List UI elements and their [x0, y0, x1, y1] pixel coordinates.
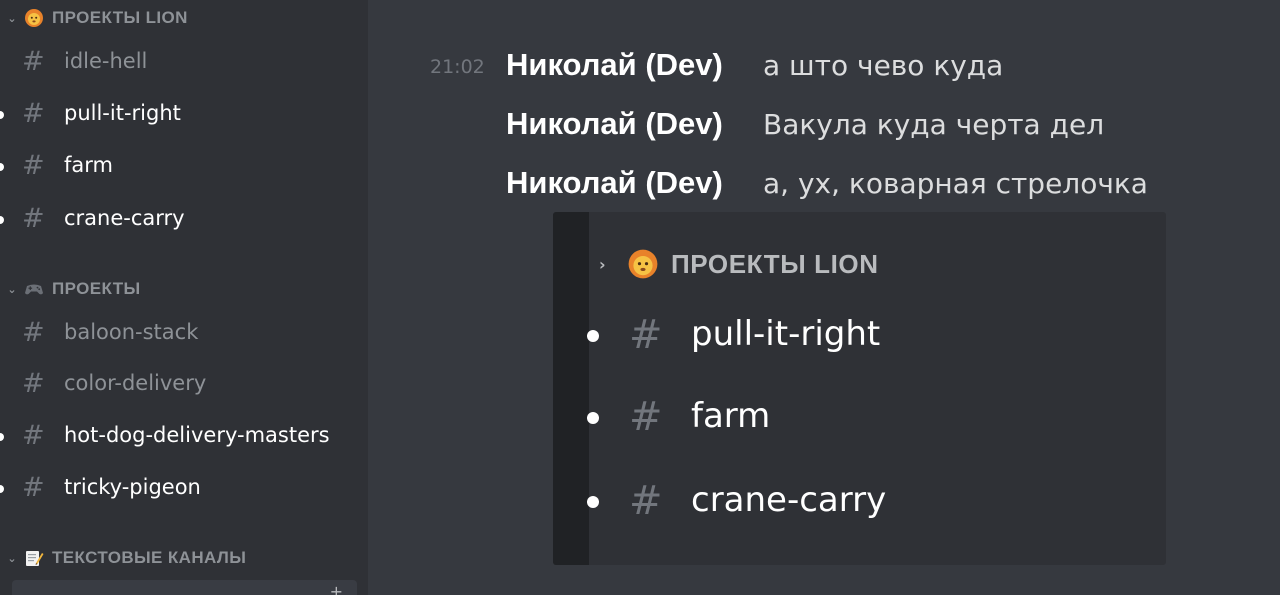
attachment-channel-crane-carry: # crane-carry: [553, 472, 1166, 532]
hash-icon: #: [22, 420, 45, 451]
unread-indicator: [0, 111, 4, 119]
channel-color-delivery[interactable]: # color-delivery: [0, 363, 368, 407]
channel-label: farm: [691, 396, 771, 436]
channel-label: color-delivery: [64, 371, 207, 395]
channel-farm[interactable]: # farm: [0, 145, 368, 189]
unread-indicator: [0, 163, 4, 171]
memo-icon: [24, 548, 48, 568]
unread-indicator: [0, 216, 4, 224]
discord-window: ⌄ ПРОЕКТЫ LION # idle-hell # pull-it-rig…: [0, 0, 1280, 595]
hash-icon: #: [22, 368, 45, 399]
channel-tricky-pigeon[interactable]: # tricky-pigeon: [0, 467, 368, 511]
chevron-down-icon: ⌄: [7, 551, 17, 565]
hash-icon: #: [22, 150, 45, 181]
category-label: ТЕКСТОВЫЕ КАНАЛЫ: [52, 548, 247, 567]
chevron-down-icon: ⌄: [7, 282, 17, 296]
channel-label: baloon-stack: [64, 320, 199, 344]
attachment-category-header: › ПРОЕКТЫ LION: [599, 248, 879, 280]
channel-label: crane-carry: [64, 206, 185, 230]
channel-baloon-stack[interactable]: # baloon-stack: [0, 312, 368, 356]
category-label: ПРОЕКТЫ LION: [671, 248, 879, 279]
category-label: ПРОЕКТЫ: [52, 279, 141, 298]
channel-label: farm: [64, 153, 113, 177]
hash-icon: #: [22, 46, 45, 77]
channel-label: idle-hell: [64, 49, 148, 73]
unread-indicator: [587, 496, 599, 508]
hash-icon: #: [22, 98, 45, 129]
message-text: а, ух, коварная стрелочка: [763, 167, 1148, 200]
message-text: Вакула куда черта дел: [763, 108, 1105, 141]
chevron-right-icon: ›: [599, 254, 606, 274]
plus-icon[interactable]: +: [330, 582, 343, 595]
message-text: а што чево куда: [763, 49, 1004, 82]
gamepad-icon: [24, 279, 48, 299]
channel-pull-it-right[interactable]: # pull-it-right: [0, 93, 368, 137]
unread-indicator: [0, 433, 4, 441]
channel-hot-dog-delivery-masters[interactable]: # hot-dog-delivery-masters: [0, 415, 368, 459]
category-label: ПРОЕКТЫ LION: [52, 8, 188, 27]
hash-icon: #: [22, 203, 45, 234]
hash-icon: #: [629, 394, 663, 440]
lion-icon: [24, 8, 48, 28]
hash-icon: #: [22, 317, 45, 348]
chevron-down-icon: ⌄: [7, 11, 17, 25]
unread-indicator: [587, 330, 599, 342]
hash-icon: #: [22, 472, 45, 503]
channel-label: tricky-pigeon: [64, 475, 201, 499]
message-timestamp: 21:02: [430, 56, 485, 78]
message-author[interactable]: Николай (Dev): [506, 106, 723, 142]
selected-channel-item[interactable]: +: [12, 580, 357, 595]
channel-sidebar: ⌄ ПРОЕКТЫ LION # idle-hell # pull-it-rig…: [0, 0, 368, 595]
channel-idle-hell[interactable]: # idle-hell: [0, 41, 368, 85]
category-tekstovye-kanaly[interactable]: ⌄ ТЕКСТОВЫЕ КАНАЛЫ: [0, 546, 246, 570]
attachment-channel-pull-it-right: # pull-it-right: [553, 306, 1166, 366]
unread-indicator: [587, 412, 599, 424]
attachment-channel-farm: # farm: [553, 388, 1166, 448]
channel-label: pull-it-right: [691, 314, 881, 354]
channel-label: crane-carry: [691, 480, 887, 520]
channel-label: hot-dog-delivery-masters: [64, 423, 330, 447]
channel-crane-carry[interactable]: # crane-carry: [0, 198, 368, 242]
channel-label: pull-it-right: [64, 101, 181, 125]
category-proekty-lion[interactable]: ⌄ ПРОЕКТЫ LION: [0, 6, 188, 30]
hash-icon: #: [629, 478, 663, 524]
hash-icon: #: [629, 312, 663, 358]
category-proekty[interactable]: ⌄ ПРОЕКТЫ: [0, 277, 141, 301]
unread-indicator: [0, 485, 4, 493]
image-attachment[interactable]: › ПРОЕКТЫ LION # pull-it-right # farm # …: [553, 212, 1166, 565]
message-author[interactable]: Николай (Dev): [506, 165, 723, 201]
message-author[interactable]: Николай (Dev): [506, 47, 723, 83]
lion-icon: [627, 248, 667, 280]
